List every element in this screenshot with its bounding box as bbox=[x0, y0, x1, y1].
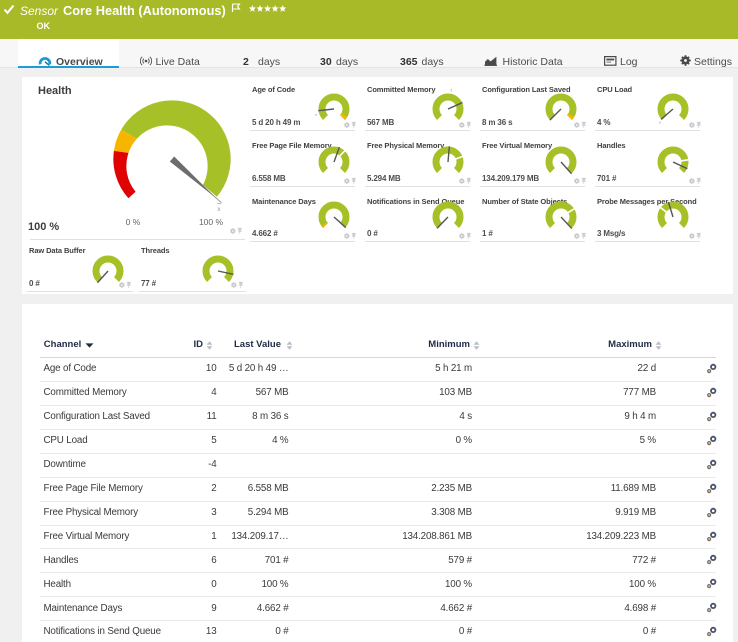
svg-text:x: x bbox=[217, 206, 221, 213]
